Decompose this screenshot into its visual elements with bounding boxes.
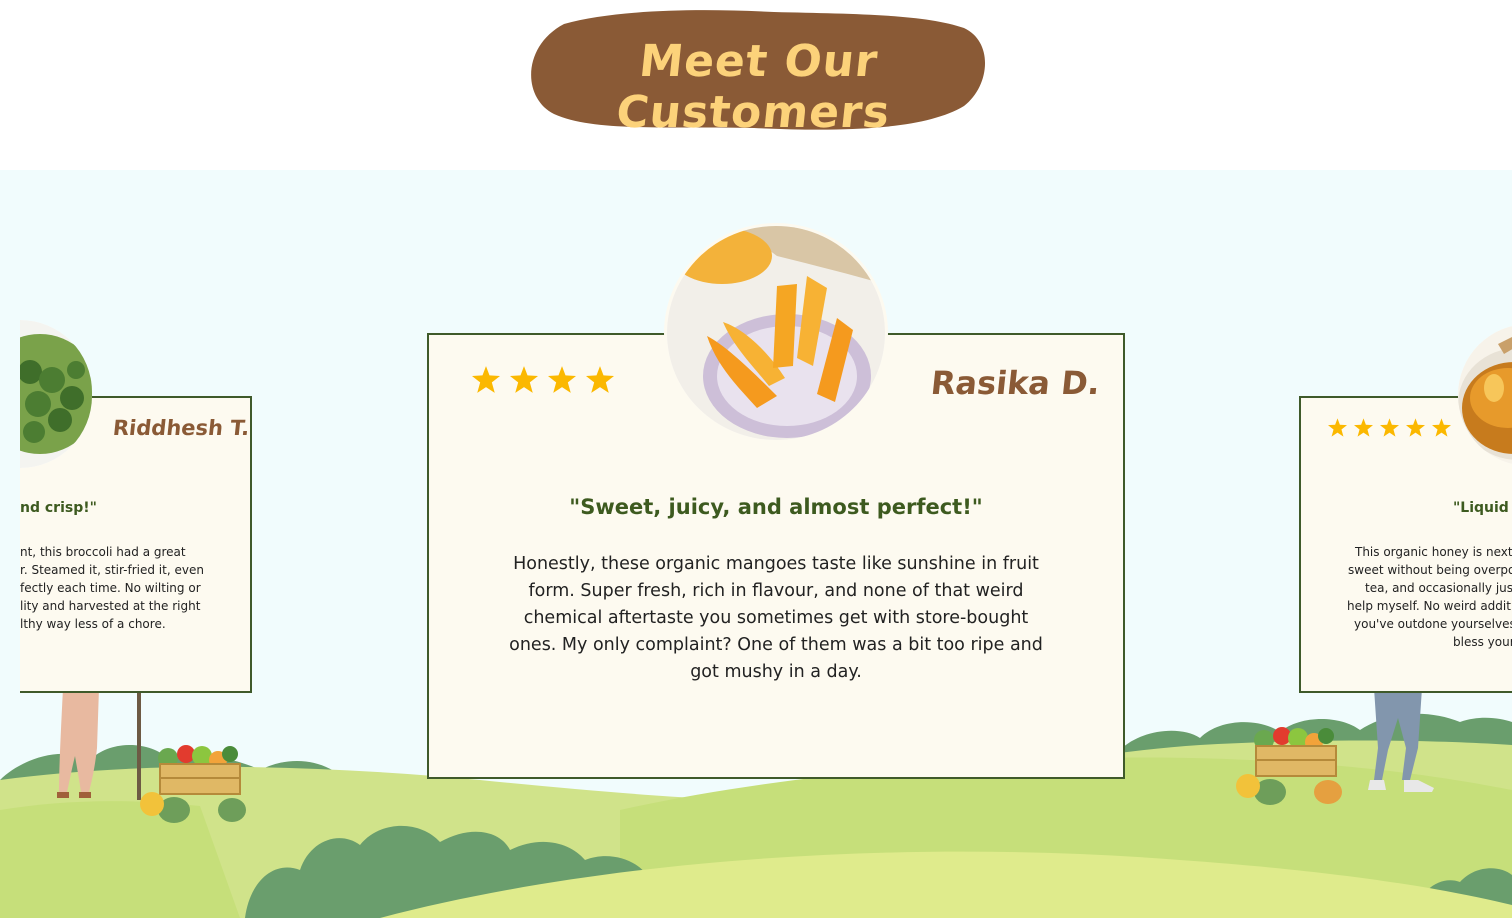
- review-line: This organic honey is next-: [1355, 545, 1512, 559]
- customer-name-main: Rasika D.: [929, 364, 1102, 402]
- star-icon: [1406, 418, 1425, 437]
- review-line: nt, this broccoli had a great: [20, 545, 186, 559]
- review-body-main: Honestly, these organic mangoes taste li…: [509, 554, 1043, 682]
- customer-name-left: Riddhesh T.: [111, 416, 251, 440]
- review-line: r. Steamed it, stir-fried it, even: [20, 563, 204, 577]
- star-icon: [510, 366, 538, 393]
- review-line: help myself. No weird additi: [1347, 599, 1512, 613]
- vegetable-crate-left: [140, 745, 246, 823]
- review-line: you've outdone yourselves: [1354, 617, 1512, 631]
- review-body-left: nt, this broccoli had a great r. Steamed…: [20, 543, 204, 633]
- review-headline-right: "Liquid g: [1453, 500, 1512, 516]
- review-line: sweet without being overpo: [1348, 563, 1512, 577]
- review-headline-main: "Sweet, juicy, and almost perfect!": [569, 495, 983, 519]
- customer-photo-mango: [664, 223, 888, 443]
- vegetable-crate-right: [1236, 727, 1342, 805]
- section-header: Meet Our Customers: [0, 0, 1512, 170]
- star-icon: [472, 366, 500, 393]
- review-line: tea, and occasionally just: [1365, 581, 1512, 595]
- mango-slices-image: [667, 226, 885, 440]
- star-icon: [1354, 418, 1373, 437]
- star-icon: [1328, 418, 1347, 437]
- review-line: lity and harvested at the right: [20, 599, 201, 613]
- review-headline-left: nd crisp!": [20, 500, 97, 516]
- section-title: Meet Our Customers: [613, 36, 893, 138]
- star-icon: [1432, 418, 1451, 437]
- review-line: bless your: [1453, 635, 1512, 649]
- review-body-right: This organic honey is next- sweet withou…: [1318, 543, 1512, 651]
- star-icon: [1380, 418, 1399, 437]
- review-line: fectly each time. No wilting or: [20, 581, 201, 595]
- review-line: lthy way less of a chore.: [20, 617, 166, 631]
- rating-stars-main: [472, 366, 614, 393]
- star-icon: [586, 366, 614, 393]
- farmer-illustration-right: [1368, 688, 1434, 792]
- star-icon: [548, 366, 576, 393]
- rating-stars-right: [1328, 418, 1451, 437]
